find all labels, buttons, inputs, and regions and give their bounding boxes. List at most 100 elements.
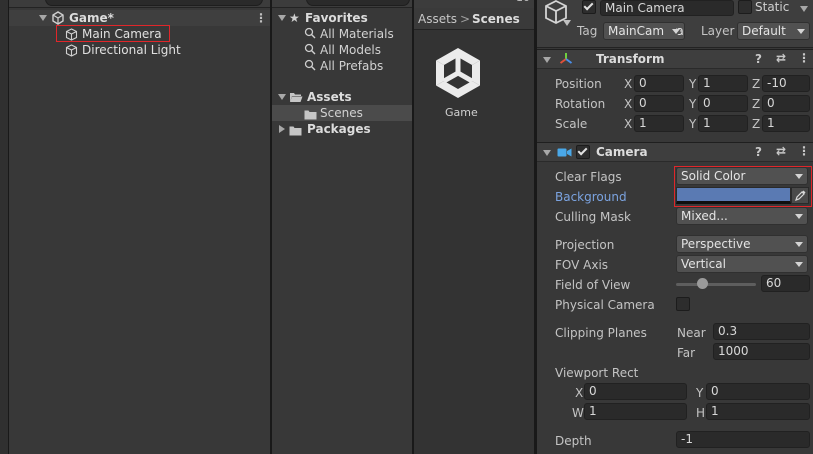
transform-header[interactable]: Transform ? ⇄ ⋮ [537,49,813,69]
star-icon: ★ [289,11,300,25]
scene-expand-icon[interactable] [39,15,47,21]
axis-w-label[interactable]: W [572,406,584,420]
far-input[interactable]: 1000 [713,343,810,360]
hierarchy-item-directional-light[interactable]: Directional Light [57,42,197,58]
unity-logo-icon [431,44,485,105]
projection-dropdown[interactable]: Perspective [676,235,808,253]
projection-label: Projection [555,238,615,252]
fov-slider-thumb[interactable] [696,278,708,289]
viewport-h-input[interactable]: 1 [706,403,810,420]
viewport-w-input[interactable]: 1 [584,403,687,420]
scene-row[interactable]: Game* ⋮ [9,10,270,26]
layer-label: Layer [701,24,735,38]
axis-x-label[interactable]: X [575,386,583,400]
packages-folder[interactable]: Packages [272,121,412,137]
scale-y-input[interactable]: 1 [698,115,748,132]
background-label: Background [555,190,627,204]
axis-z-label[interactable]: Z [752,97,760,111]
fov-axis-label: FOV Axis [555,258,609,272]
help-icon[interactable]: ? [755,52,762,66]
axis-y-label[interactable]: Y [689,77,696,91]
favorites-expand-icon[interactable] [278,15,286,21]
project-search-input[interactable] [306,0,410,6]
camera-header[interactable]: Camera ? ⇄ ⋮ [537,142,813,162]
active-checkbox[interactable] [582,0,596,14]
breadcrumb-scenes[interactable]: Scenes [472,8,520,30]
position-x-input[interactable]: 0 [634,75,684,92]
transform-foldout-icon[interactable] [543,57,551,63]
rotation-x-input[interactable]: 0 [634,95,684,112]
position-y-input[interactable]: 1 [698,75,748,92]
position-z-input[interactable]: -10 [762,75,810,92]
favorite-item-models[interactable]: All Models [302,42,412,58]
scale-x-input[interactable]: 1 [634,115,684,132]
axis-y-label[interactable]: Y [689,97,696,111]
scene-menu-icon[interactable]: ⋮ [255,10,267,26]
favorites-label: Favorites [305,11,368,25]
object-name-input[interactable]: Main Camera [600,0,734,16]
scenes-label: Scenes [320,106,363,120]
axis-x-label[interactable]: X [624,77,632,91]
check-icon [577,145,588,156]
component-menu-icon[interactable]: ⋮ [798,51,810,65]
fov-axis-dropdown[interactable]: Vertical [676,255,808,273]
axis-y-label[interactable]: Y [696,386,703,400]
breadcrumb-assets[interactable]: Assets [418,8,457,30]
physical-camera-checkbox[interactable] [676,297,690,311]
axis-x-label[interactable]: X [624,117,632,131]
preset-icon[interactable]: ⇄ [776,144,786,158]
favorite-item-materials[interactable]: All Materials [302,26,412,42]
viewport-y-input[interactable]: 0 [706,383,810,400]
favorite-item-prefabs[interactable]: All Prefabs [302,58,412,74]
camera-title: Camera [596,145,648,159]
fov-input[interactable]: 60 [761,275,810,292]
packages-expand-icon[interactable] [279,125,285,133]
project-toolbar [272,0,412,8]
depth-input[interactable]: -1 [676,431,810,448]
static-dropdown-icon[interactable] [800,6,808,12]
hierarchy-search-input[interactable] [45,0,263,6]
breadcrumb: Assets > Scenes [414,8,534,30]
tag-dropdown[interactable]: MainCamera [603,22,685,40]
axis-x-label[interactable]: X [624,97,632,111]
favorite-label: All Materials [320,27,394,41]
chevron-down-icon [672,29,680,34]
axis-z-label[interactable]: Z [752,77,760,91]
tag-label: Tag [577,24,598,38]
axis-y-label[interactable]: Y [689,117,696,131]
axis-h-label[interactable]: H [696,406,705,420]
layer-value: Default [742,24,786,38]
icon-dropdown-icon[interactable] [563,20,571,26]
axis-z-label[interactable]: Z [752,117,760,131]
help-icon[interactable]: ? [755,145,762,159]
favorites-header[interactable]: ★ Favorites [272,10,412,26]
rotation-y-input[interactable]: 0 [698,95,748,112]
chevron-down-icon [795,242,803,247]
scenes-folder[interactable]: Scenes [272,105,412,121]
position-label: Position [555,77,602,91]
fov-slider-track[interactable] [676,283,756,286]
far-label: Far [677,346,696,360]
fov-axis-value: Vertical [681,257,726,271]
component-menu-icon[interactable]: ⋮ [798,144,810,158]
favorite-label: All Prefabs [320,59,384,73]
rotation-z-input[interactable]: 0 [762,95,810,112]
assets-label: Assets [307,90,352,104]
transform-title: Transform [596,52,665,66]
preset-icon[interactable]: ⇄ [776,51,786,65]
static-checkbox[interactable] [738,0,752,14]
culling-mask-dropdown[interactable]: Mixed... [676,207,808,225]
scene-name: Game* [69,11,114,25]
viewport-x-input[interactable]: 0 [584,383,687,400]
layer-dropdown[interactable]: Default [737,22,810,40]
camera-enabled-checkbox[interactable] [576,145,590,159]
projection-value: Perspective [681,237,751,251]
near-input[interactable]: 0.3 [713,323,810,340]
camera-foldout-icon[interactable] [543,150,551,156]
asset-game-scene[interactable]: Game [424,40,494,122]
asset-label: Game [445,106,478,119]
scale-z-input[interactable]: 1 [762,115,810,132]
assets-folder[interactable]: Assets [272,89,412,105]
culling-mask-label: Culling Mask [555,210,631,224]
assets-expand-icon[interactable] [278,94,286,100]
